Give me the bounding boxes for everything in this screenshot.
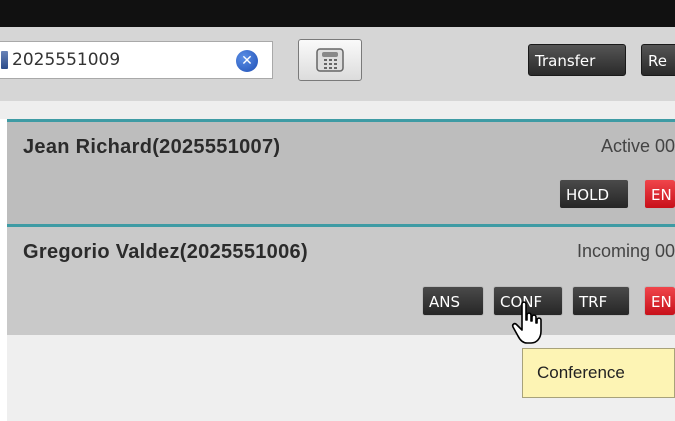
telephone-icon [316, 48, 344, 72]
phone-number-input[interactable] [12, 46, 232, 74]
call-row-active: Jean Richard(2025551007) Active 00 HOLD … [7, 119, 675, 226]
divider [0, 101, 675, 119]
top-toolbar [0, 0, 675, 27]
answer-button[interactable]: ANS [422, 286, 484, 316]
hold-button[interactable]: HOLD [559, 179, 629, 209]
transfer-button[interactable]: Transfer [528, 44, 626, 76]
caller-name: Gregorio Valdez(2025551006) [23, 241, 308, 263]
clear-circle-icon[interactable]: ✕ [236, 50, 258, 72]
dial-button[interactable] [298, 39, 362, 81]
phone-book-icon [1, 51, 8, 69]
conference-tooltip: Conference [522, 348, 675, 398]
call-status: Active 00 [600, 136, 675, 156]
transfer-call-button[interactable]: TRF [572, 286, 630, 316]
caller-name: Jean Richard(2025551007) [23, 136, 281, 158]
end-button[interactable]: EN [644, 286, 675, 316]
end-button[interactable]: EN [644, 179, 675, 209]
call-status: Incoming 00 [576, 241, 675, 261]
re-button[interactable]: Re [641, 44, 675, 76]
hand-cursor-icon [511, 301, 542, 344]
phone-number-field[interactable]: ✕ [0, 41, 273, 79]
call-row-incoming: Gregorio Valdez(2025551006) Incoming 00 … [7, 224, 675, 335]
